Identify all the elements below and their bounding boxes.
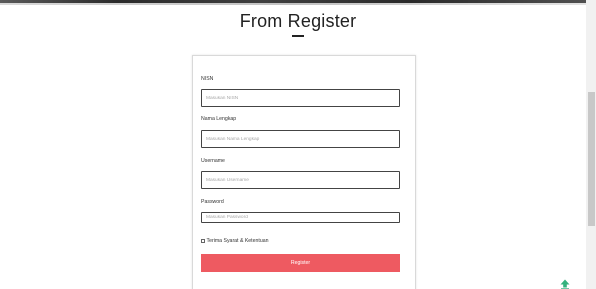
arrow-up-to-line-icon: [560, 279, 570, 289]
scrollbar-thumb[interactable]: [588, 92, 595, 226]
terms-checkbox[interactable]: [201, 238, 205, 243]
page-title: From Register: [239, 11, 357, 31]
header-image-strip-shadow: [0, 3, 586, 5]
terms-row[interactable]: Terima Syarat & Ketentuan: [201, 237, 269, 244]
register-button[interactable]: Register: [201, 254, 400, 272]
terms-label: Terima Syarat & Ketentuan: [206, 237, 269, 244]
title-underline: [292, 35, 304, 37]
username-input[interactable]: [201, 171, 400, 189]
scroll-top-button[interactable]: [559, 277, 571, 289]
password-label: Password: [201, 199, 224, 205]
nisn-input[interactable]: [201, 89, 400, 107]
username-label: Username: [201, 158, 225, 164]
password-input[interactable]: [201, 212, 400, 223]
nama-lengkap-input[interactable]: [201, 130, 400, 148]
nisn-label: NISN: [201, 76, 214, 82]
nama-lengkap-label: Nama Lengkap: [201, 116, 237, 122]
register-page: From Register NISN Nama Lengkap Username…: [0, 0, 596, 289]
